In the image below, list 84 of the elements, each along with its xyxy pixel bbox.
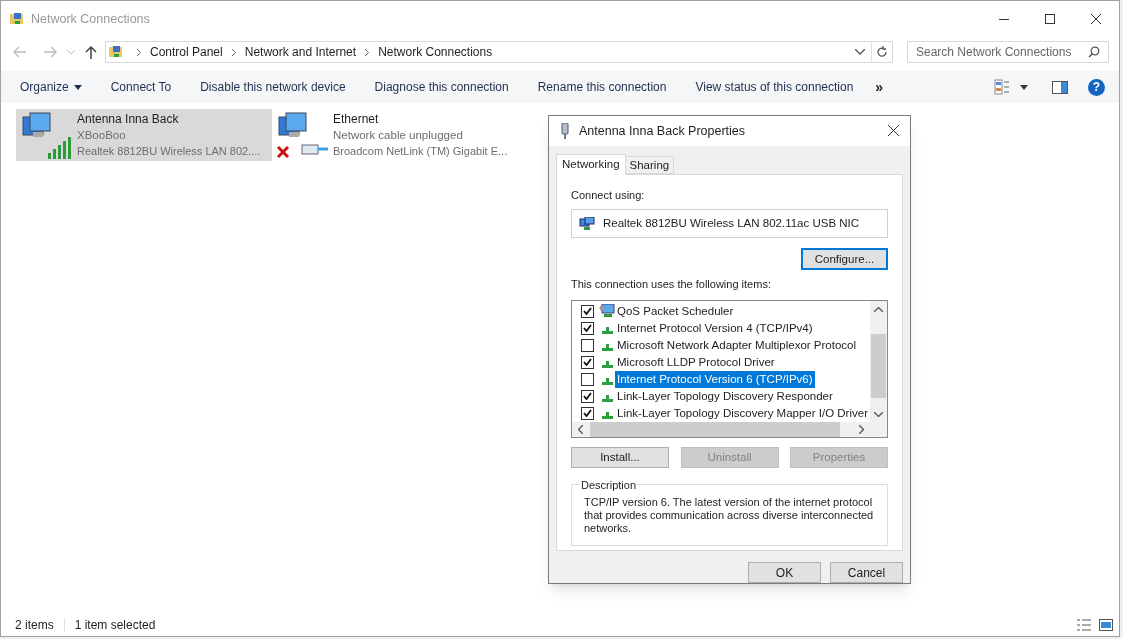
close-icon: [1091, 14, 1101, 24]
connection-name: Ethernet: [333, 111, 380, 127]
service-monitor-icon: [599, 304, 615, 318]
close-icon: [887, 125, 899, 137]
connection-item[interactable]: Ethernet Network cable unplugged Broadcom NetLink (TM) Gigabit E...: [272, 109, 528, 161]
list-item[interactable]: Microsoft Network Adapter Multiplexor Protocol: [615, 336, 859, 355]
more-commands-chevron[interactable]: »: [875, 76, 884, 98]
large-icons-view-icon[interactable]: [1099, 619, 1113, 631]
help-button[interactable]: ?: [1088, 78, 1105, 96]
dialog-button[interactable]: OK: [748, 562, 821, 583]
adapter-name: Broadcom NetLink (TM) Gigabit E...: [333, 144, 508, 159]
toolbar-command[interactable]: Connect To: [110, 78, 172, 96]
checkbox[interactable]: [581, 355, 594, 369]
breadcrumb[interactable]: Network Connections: [378, 43, 493, 61]
list-item[interactable]: QoS Packet Scheduler: [615, 302, 736, 321]
connection-name: Antenna Inna Back: [77, 111, 180, 127]
dialog-title: Antenna Inna Back Properties: [579, 122, 746, 140]
connection-status: XBooBoo: [77, 128, 127, 143]
list-item[interactable]: Link-Layer Topology Discovery Responder: [615, 387, 835, 406]
dropdown-arrow-icon[interactable]: [1020, 84, 1028, 90]
checkbox[interactable]: [581, 321, 594, 335]
protocol-icon: [602, 361, 613, 369]
protocol-icon: [602, 378, 613, 386]
list-item[interactable]: Link-Layer Topology Discovery Mapper I/O Driver: [615, 404, 870, 423]
disconnected-ethernet-icon: [276, 112, 328, 159]
view-options-icon[interactable]: [994, 79, 1010, 95]
network-folder-icon: [9, 11, 25, 27]
scrollbar-thumb[interactable]: [590, 421, 840, 437]
dialog-tab[interactable]: Networking: [556, 153, 626, 175]
search-placeholder: Search Network Connections: [916, 44, 1073, 61]
vertical-scrollbar[interactable]: [870, 300, 887, 422]
connection-item[interactable]: Antenna Inna Back XBooBoo Realtek 8812BU Wireless LAN 802....: [16, 109, 272, 161]
connection-status: Network cable unplugged: [333, 128, 464, 143]
preview-pane-icon[interactable]: [1052, 80, 1068, 94]
toolbar-command[interactable]: Disable this network device: [200, 78, 346, 96]
dropdown-arrow-icon: [73, 84, 82, 90]
dialog-tab[interactable]: Sharing: [625, 155, 675, 174]
toolbar-command[interactable]: Diagnose this connection: [374, 78, 509, 96]
list-item[interactable]: Microsoft LLDP Protocol Driver: [615, 353, 777, 372]
scrollbar-thumb[interactable]: [871, 333, 886, 398]
checkbox[interactable]: [581, 338, 594, 352]
chevron-right-icon[interactable]: [365, 48, 370, 56]
refresh-icon[interactable]: [876, 46, 888, 58]
adapter-name: Realtek 8812BU Wireless LAN 802....: [77, 144, 261, 159]
toolbar-command[interactable]: View status of this connection: [695, 78, 854, 96]
checkmark-icon: [583, 358, 592, 367]
chevron-right-icon[interactable]: [231, 48, 236, 56]
window-title: Network Connections: [31, 10, 150, 28]
address-bar[interactable]: Control Panel Network and Internet Network Connections: [105, 41, 893, 63]
search-field[interactable]: Search Network Connections: [907, 41, 1109, 63]
dialog-button[interactable]: Install...: [571, 446, 669, 468]
checkbox[interactable]: [581, 406, 594, 420]
list-item[interactable]: Internet Protocol Version 4 (TCP/IPv4): [615, 319, 815, 338]
search-icon: [1088, 46, 1100, 58]
checkbox[interactable]: [581, 389, 594, 403]
usb-adapter-icon: [561, 122, 569, 139]
minimize-icon: [999, 18, 1009, 20]
up-arrow-icon[interactable]: [85, 45, 97, 59]
maximize-icon: [1045, 14, 1055, 24]
selection-count: 1 item selected: [74, 617, 156, 634]
network-folder-icon: [108, 44, 124, 60]
toolbar-command[interactable]: Rename this connection: [537, 78, 667, 96]
checkbox[interactable]: [581, 372, 594, 386]
wireless-adapter-icon: [22, 112, 71, 159]
item-count: 2 items: [15, 617, 54, 634]
protocol-icon: [602, 412, 613, 420]
items-label: This connection uses the following items:: [571, 277, 772, 293]
configure-button[interactable]: Configure...: [801, 248, 888, 271]
protocol-icon: [602, 395, 613, 403]
chevron-down-icon[interactable]: [855, 49, 865, 55]
dialog-button[interactable]: Cancel: [830, 562, 903, 583]
connect-using-label: Connect using:: [571, 187, 646, 203]
chevron-right-icon[interactable]: [137, 48, 141, 56]
adapter-name: Realtek 8812BU Wireless LAN 802.11ac USB NIC: [603, 216, 860, 232]
list-item[interactable]: Internet Protocol Version 6 (TCP/IPv6): [615, 370, 815, 389]
network-adapter-icon: [579, 216, 595, 231]
breadcrumb[interactable]: Control Panel: [150, 43, 223, 61]
protocol-icon: [602, 344, 613, 352]
toolbar-command[interactable]: Organize: [20, 78, 82, 96]
horizontal-scrollbar[interactable]: [572, 421, 887, 437]
checkbox[interactable]: [581, 304, 594, 318]
protocol-icon: [602, 327, 613, 335]
breadcrumb[interactable]: Network and Internet: [244, 43, 357, 61]
description-text: TCP/IP version 6. The latest version of the internet protocol that provides communication across diverse interconnected networks.: [584, 495, 875, 535]
